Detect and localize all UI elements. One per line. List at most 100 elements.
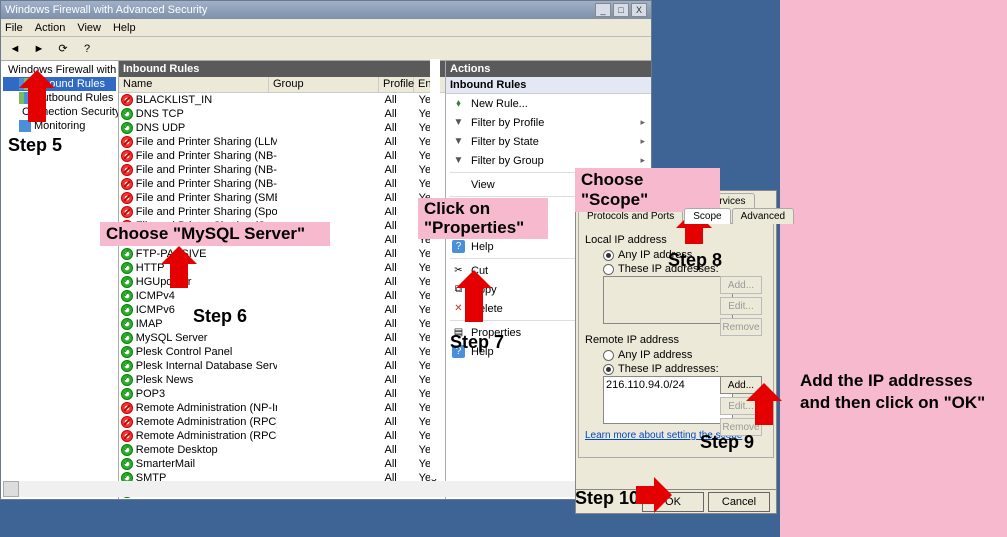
new-rule-icon: ⬧ — [452, 97, 465, 110]
table-row[interactable]: DNS TCPAllYes — [119, 107, 445, 121]
delete-icon — [452, 302, 465, 315]
rule-status-icon — [121, 164, 133, 176]
local-remove-button[interactable]: Remove — [720, 318, 762, 336]
list-rows: BLACKLIST_INAllYesDNS TCPAllYesDNS UDPAl… — [119, 93, 445, 499]
rule-profile: All — [384, 458, 418, 470]
table-row[interactable]: Plesk NewsAllYes — [119, 373, 445, 387]
action-view-label: View — [471, 179, 495, 191]
rule-status-icon — [121, 318, 133, 330]
rule-name: DNS UDP — [136, 122, 277, 134]
cancel-button[interactable]: Cancel — [708, 492, 770, 512]
menu-view[interactable]: View — [77, 22, 101, 34]
table-row[interactable]: DNS UDPAllYes — [119, 121, 445, 135]
rule-profile: All — [384, 276, 418, 288]
horizontal-scrollbar[interactable] — [3, 481, 649, 497]
actions-subheader: Inbound Rules — [446, 77, 651, 94]
step9-label: Step 9 — [700, 432, 754, 453]
table-row[interactable]: File and Printer Sharing (NB-Datagram-In… — [119, 149, 445, 163]
remote-ip-list[interactable]: 216.110.94.0/24 — [603, 376, 733, 424]
rule-profile: All — [384, 234, 418, 246]
table-row[interactable]: POP3AllYes — [119, 387, 445, 401]
rule-profile: All — [384, 416, 418, 428]
action-new-rule[interactable]: ⬧New Rule... — [446, 94, 651, 113]
tree-monitoring[interactable]: Monitoring — [3, 119, 116, 133]
step6-label: Step 6 — [193, 306, 247, 327]
table-row[interactable]: File and Printer Sharing (LLMNR-UDP-In)A… — [119, 135, 445, 149]
rule-name: POP3 — [136, 388, 277, 400]
tab-scope[interactable]: Scope — [684, 208, 730, 224]
remote-any-ip-radio[interactable]: Any IP address — [585, 348, 767, 362]
table-row[interactable]: File and Printer Sharing (NB-Name-In)All… — [119, 163, 445, 177]
table-row[interactable]: Remote Administration (NP-In)AllYes — [119, 401, 445, 415]
rule-profile: All — [384, 192, 418, 204]
table-row[interactable]: File and Printer Sharing (SMB-In)AllYes — [119, 191, 445, 205]
tree-outbound-rules[interactable]: Outbound Rules — [3, 91, 116, 105]
action-filter-state-label: Filter by State — [471, 136, 539, 148]
scroll-track[interactable] — [19, 481, 633, 497]
table-row[interactable]: IMAPAllYes — [119, 317, 445, 331]
table-row[interactable]: SmarterMailAllYes — [119, 457, 445, 471]
table-row[interactable]: Plesk Control PanelAllYes — [119, 345, 445, 359]
col-name[interactable]: Name — [119, 77, 269, 92]
tree-connection-security[interactable]: Connection Security Rules — [3, 105, 116, 119]
table-row[interactable]: HGUpdaterAllYes — [119, 275, 445, 289]
table-row[interactable]: ICMPv6AllYes — [119, 303, 445, 317]
tree-pane: Windows Firewall with Advanced S Inbound… — [1, 61, 119, 499]
rule-profile: All — [384, 360, 418, 372]
rule-status-icon — [121, 150, 133, 162]
local-edit-button[interactable]: Edit... — [720, 297, 762, 315]
help-icon[interactable]: ? — [77, 39, 97, 59]
close-button[interactable]: X — [631, 3, 647, 17]
tab-advanced[interactable]: Advanced — [732, 208, 794, 224]
rule-status-icon — [121, 304, 133, 316]
local-ip-label: Local IP address — [585, 234, 767, 246]
window-title: Windows Firewall with Advanced Security — [5, 4, 595, 16]
action-filter-state[interactable]: ▼Filter by State▸ — [446, 132, 651, 151]
table-row[interactable]: Remote DesktopAllYes — [119, 443, 445, 457]
rule-profile: All — [384, 108, 418, 120]
rule-status-icon — [121, 192, 133, 204]
rule-name: DNS TCP — [136, 108, 277, 120]
minimize-button[interactable]: _ — [595, 3, 611, 17]
local-add-button[interactable]: Add... — [720, 276, 762, 294]
table-row[interactable]: ICMPv4AllYes — [119, 289, 445, 303]
rule-status-icon — [121, 290, 133, 302]
remote-these-ip-radio[interactable]: These IP addresses: — [585, 362, 767, 376]
rule-status-icon — [121, 178, 133, 190]
rule-name: Remote Administration (NP-In) — [136, 402, 277, 414]
menu-file[interactable]: File — [5, 22, 23, 34]
back-button[interactable]: ◄ — [5, 39, 25, 59]
rule-name: File and Printer Sharing (Spooler Servic… — [136, 206, 277, 218]
list-pane: Inbound Rules Name Group Profile Ena BLA… — [119, 61, 446, 499]
menu-action[interactable]: Action — [35, 22, 66, 34]
remote-ip-entry[interactable]: 216.110.94.0/24 — [606, 379, 730, 391]
rule-status-icon — [121, 206, 133, 218]
rule-name: HGUpdater — [136, 276, 277, 288]
col-profile[interactable]: Profile — [379, 77, 414, 92]
action-filter-profile[interactable]: ▼Filter by Profile▸ — [446, 113, 651, 132]
menubar: File Action View Help — [1, 19, 651, 37]
forward-button[interactable]: ► — [29, 39, 49, 59]
table-row[interactable]: MySQL ServerAllYes — [119, 331, 445, 345]
table-row[interactable]: File and Printer Sharing (NB-Session-In)… — [119, 177, 445, 191]
rule-profile: All — [384, 122, 418, 134]
col-group[interactable]: Group — [269, 77, 379, 92]
rule-profile: All — [384, 402, 418, 414]
table-row[interactable]: File and Printer Sharing (Spooler Servic… — [119, 205, 445, 219]
refresh-icon[interactable]: ⟳ — [53, 39, 73, 59]
scroll-left-button[interactable] — [3, 481, 19, 497]
table-row[interactable]: Remote Administration (RPC-EPMAP)AllYes — [119, 429, 445, 443]
maximize-button[interactable]: □ — [613, 3, 629, 17]
table-row[interactable]: BLACKLIST_INAllYes — [119, 93, 445, 107]
menu-help[interactable]: Help — [113, 22, 136, 34]
rule-name: Plesk News — [136, 374, 277, 386]
rule-profile: All — [384, 220, 418, 232]
local-ip-list — [603, 276, 733, 324]
chevron-right-icon: ▸ — [640, 155, 645, 166]
anno-click-props: Click on "Properties" — [418, 198, 548, 239]
chevron-right-icon: ▸ — [640, 117, 645, 128]
list-columns: Name Group Profile Ena — [119, 77, 445, 93]
table-row[interactable]: Plesk Internal Database ServerAllYes — [119, 359, 445, 373]
rule-profile: All — [384, 150, 418, 162]
table-row[interactable]: Remote Administration (RPC)AllYes — [119, 415, 445, 429]
